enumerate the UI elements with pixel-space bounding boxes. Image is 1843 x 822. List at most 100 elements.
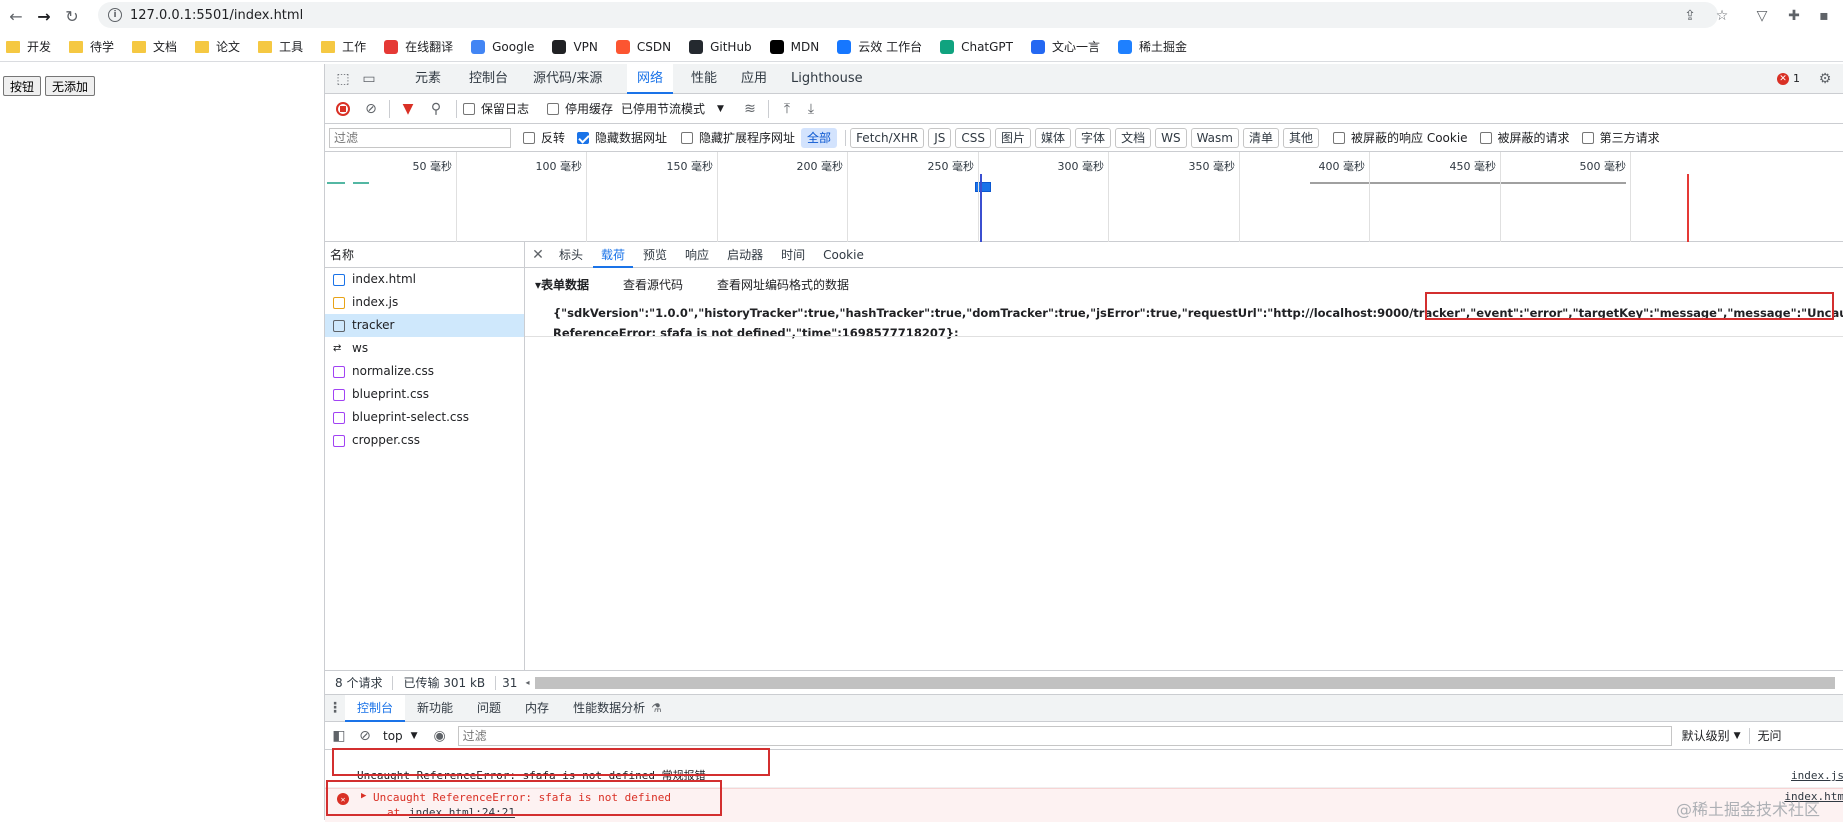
tab-network[interactable]: 网络 — [627, 64, 674, 94]
filter-type-chip[interactable]: 全部 — [801, 127, 838, 148]
page-button[interactable]: 按钮 — [3, 76, 42, 96]
bookmark-item[interactable]: 文心一言 — [1031, 38, 1100, 55]
settings-gear-icon[interactable]: ⚙ — [1815, 64, 1835, 94]
view-url-encoded-link[interactable]: 查看网址编码格式的数据 — [717, 276, 849, 293]
scroll-left-icon[interactable]: ◂ — [525, 678, 529, 687]
filter-type-chip[interactable]: JS — [928, 127, 952, 148]
third-party-checkbox[interactable]: 第三方请求 — [1581, 129, 1660, 146]
preserve-log-checkbox[interactable]: 保留日志 — [463, 100, 529, 117]
request-row[interactable]: index.js — [325, 291, 524, 314]
detail-tab[interactable]: 启动器 — [719, 242, 771, 268]
bookmark-item[interactable]: MDN — [769, 39, 819, 54]
drawer-tab[interactable]: 控制台 — [345, 694, 406, 722]
bookmark-item[interactable]: 开发 — [6, 38, 51, 55]
tab-performance[interactable]: 性能 — [679, 64, 729, 94]
detail-tab[interactable]: 时间 — [773, 242, 813, 268]
log-levels-select[interactable]: 默认级别 ▼ — [1682, 727, 1741, 744]
forward-icon[interactable]: → — [32, 4, 56, 28]
error-counter[interactable]: ✕ 1 — [1777, 72, 1800, 85]
filter-type-chip[interactable]: 其他 — [1282, 127, 1319, 148]
request-row[interactable]: ⇄ ws — [325, 337, 524, 360]
extension-v-icon[interactable]: ▽ — [1752, 6, 1772, 26]
filter-type-chip[interactable]: Wasm — [1190, 127, 1239, 148]
drawer-tab[interactable]: 性能数据分析 — [561, 695, 657, 722]
detail-tab[interactable]: Cookie — [815, 242, 872, 268]
search-icon[interactable]: ⚲ — [422, 94, 450, 124]
bookmark-star-icon[interactable]: ☆ — [1712, 6, 1732, 26]
issues-counter[interactable]: 无问 — [1758, 727, 1782, 744]
tab-application[interactable]: 应用 — [729, 64, 779, 94]
request-row[interactable]: cropper.css — [325, 429, 524, 452]
filter-type-chip[interactable]: Fetch/XHR — [850, 127, 925, 148]
more-tools-icon[interactable]: ⋮ — [325, 700, 345, 716]
filter-type-chip[interactable]: WS — [1155, 127, 1187, 148]
detail-tab[interactable]: 载荷 — [593, 242, 634, 268]
bookmark-item[interactable]: VPN — [552, 39, 598, 54]
form-data-section[interactable]: ▾表单数据 — [535, 276, 589, 293]
context-select[interactable]: top ▼ — [383, 729, 418, 743]
bookmark-item[interactable]: 论文 — [195, 38, 240, 55]
tab-lighthouse[interactable]: Lighthouse — [779, 64, 875, 94]
back-icon[interactable]: ← — [4, 4, 28, 28]
hide-extension-urls-checkbox[interactable]: 隐藏扩展程序网址 — [681, 129, 795, 146]
detail-tab[interactable]: 响应 — [677, 242, 717, 268]
bookmark-item[interactable]: ChatGPT — [940, 39, 1013, 54]
network-overview-timeline[interactable]: 50 毫秒 100 毫秒 150 毫秒 200 毫秒 250 毫秒 300 毫秒 350 毫… — [325, 152, 1843, 242]
import-har-icon[interactable]: ⤒ — [775, 94, 799, 124]
device-toolbar-icon[interactable]: ▭ — [359, 64, 379, 94]
bookmark-item[interactable]: 工具 — [258, 38, 303, 55]
bookmark-item[interactable]: 工作 — [321, 38, 366, 55]
address-bar[interactable]: i 127.0.0.1:5501/index.html — [98, 2, 1718, 28]
bookmark-item[interactable]: 云效 工作台 — [837, 38, 922, 55]
bookmark-item[interactable]: 文档 — [132, 38, 177, 55]
bookmark-item[interactable]: 待学 — [69, 38, 114, 55]
view-source-link[interactable]: 查看源代码 — [623, 276, 683, 293]
no-listener-button[interactable]: 无添加 — [45, 76, 96, 96]
blocked-requests-checkbox[interactable]: 被屏蔽的请求 — [1479, 129, 1570, 146]
detail-tab[interactable]: 标头 — [551, 242, 591, 268]
bookmark-item[interactable]: 稀土掘金 — [1118, 38, 1187, 55]
inspect-element-icon[interactable]: ⬚ — [333, 64, 353, 94]
bookmark-item[interactable]: 在线翻译 — [384, 38, 453, 55]
log-source-link[interactable]: index.js — [1791, 764, 1843, 788]
clear-icon[interactable]: ⊘ — [357, 94, 385, 124]
filter-funnel-icon[interactable]: ▼ — [394, 94, 422, 124]
request-row[interactable]: index.html — [325, 268, 524, 291]
request-row[interactable]: normalize.css — [325, 360, 524, 383]
bookmark-item[interactable]: GitHub — [689, 39, 752, 54]
eye-icon[interactable]: ◉ — [428, 722, 452, 750]
export-har-icon[interactable]: ⤓ — [799, 94, 823, 124]
drawer-tab[interactable]: 问题 — [465, 695, 513, 722]
disable-cache-checkbox[interactable]: 停用缓存 — [547, 100, 613, 117]
request-row[interactable]: tracker — [325, 314, 524, 337]
network-filter-input[interactable] — [329, 127, 511, 148]
invert-checkbox[interactable]: 反转 — [523, 129, 565, 146]
tab-sources[interactable]: 源代码/来源 — [529, 64, 606, 94]
console-filter-input[interactable] — [457, 725, 1672, 746]
close-icon[interactable]: ✕ — [525, 247, 551, 263]
filter-type-chip[interactable]: 媒体 — [1035, 127, 1072, 148]
menu-dots-icon[interactable]: ▪ — [1814, 6, 1834, 26]
filter-type-chip[interactable]: 字体 — [1075, 127, 1112, 148]
filter-type-chip[interactable]: 文档 — [1115, 127, 1152, 148]
detail-tab[interactable]: 预览 — [635, 242, 675, 268]
drawer-tab[interactable]: 内存 — [513, 695, 561, 722]
drawer-tab[interactable]: 新功能 — [405, 695, 465, 722]
extensions-puzzle-icon[interactable]: ✚ — [1784, 6, 1804, 26]
name-column-header[interactable]: 名称 — [325, 242, 524, 268]
reload-icon[interactable]: ↻ — [60, 4, 84, 28]
hide-data-urls-checkbox[interactable]: 隐藏数据网址 — [577, 129, 667, 146]
tab-elements[interactable]: 元素 — [411, 64, 445, 94]
filter-type-chip[interactable]: 图片 — [995, 127, 1032, 148]
sidebar-toggle-icon[interactable]: ◧ — [325, 722, 353, 750]
record-stop-icon[interactable] — [329, 94, 357, 124]
blocked-cookies-checkbox[interactable]: 被屏蔽的响应 Cookie — [1333, 129, 1468, 146]
filter-type-chip[interactable]: CSS — [955, 127, 992, 148]
filter-type-chip[interactable]: 清单 — [1242, 127, 1279, 148]
bookmark-item[interactable]: Google — [471, 39, 534, 54]
throttle-select[interactable]: 已停用节流模式 ▼ — [621, 100, 724, 117]
request-row[interactable]: blueprint.css — [325, 383, 524, 406]
site-info-icon[interactable]: i — [108, 8, 122, 22]
horizontal-scrollbar[interactable] — [535, 676, 1836, 689]
share-icon[interactable]: ⇪ — [1680, 6, 1700, 26]
